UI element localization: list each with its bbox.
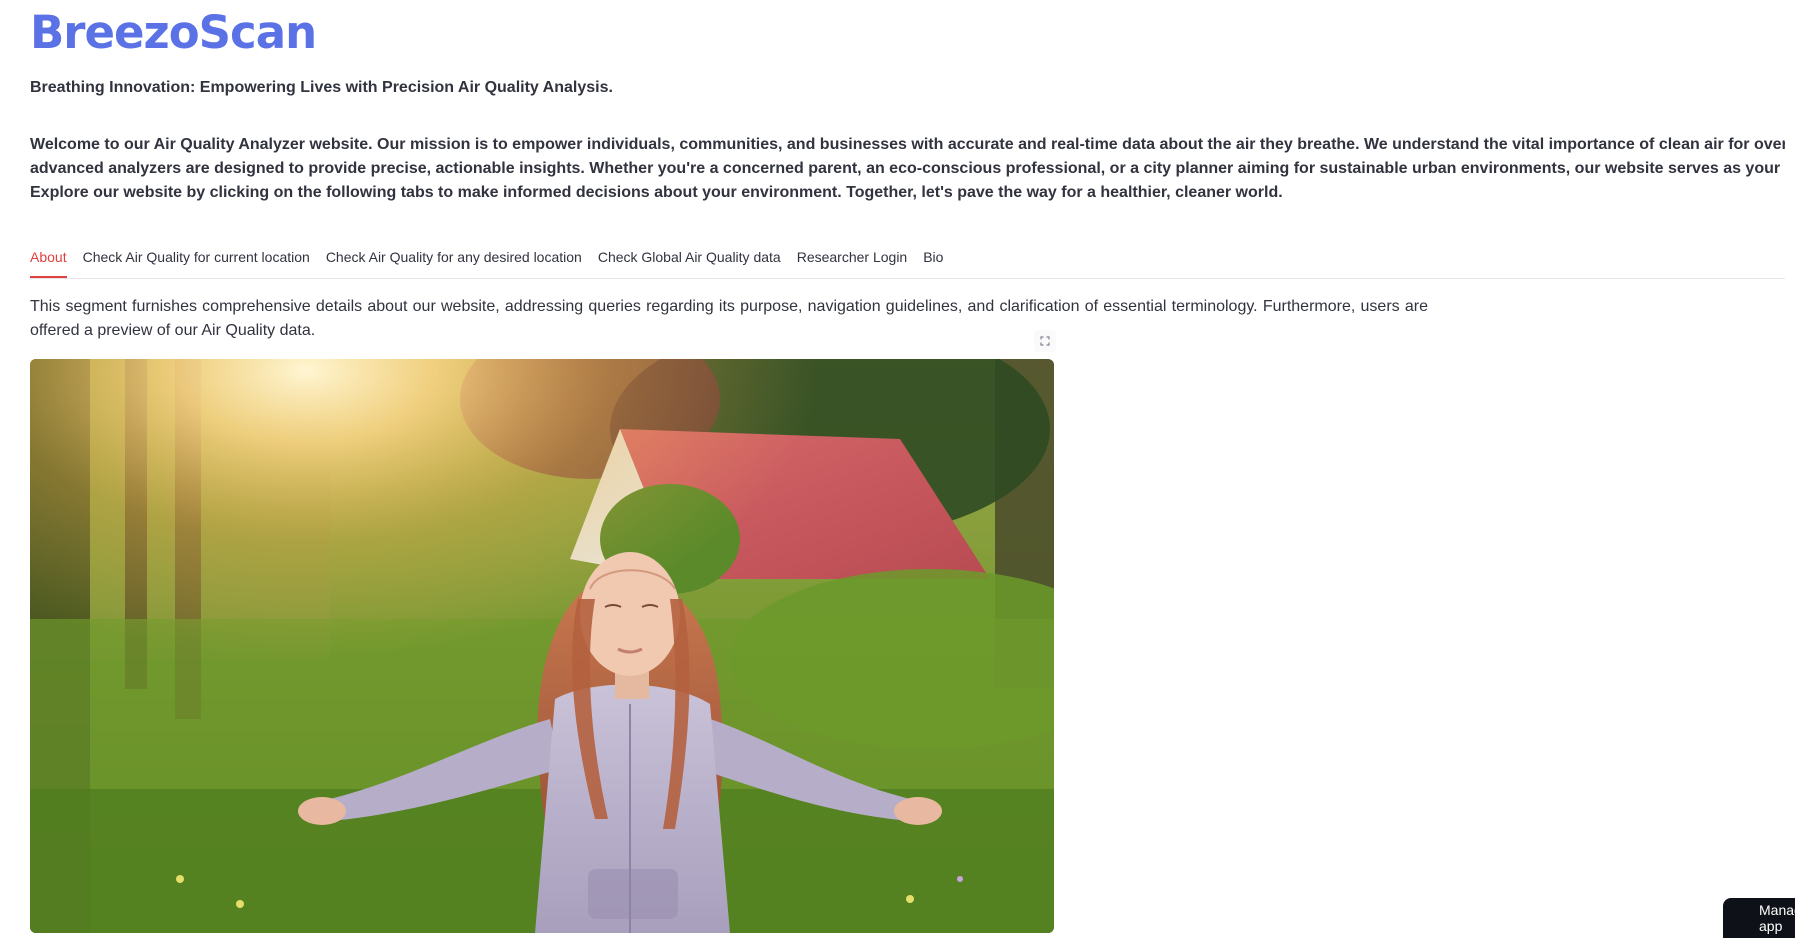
tab-bar: About Check Air Quality for current loca… xyxy=(30,243,1785,279)
tab-current-location[interactable]: Check Air Quality for current location xyxy=(83,243,310,277)
tab-bio[interactable]: Bio xyxy=(923,243,943,277)
tab-global-data[interactable]: Check Global Air Quality data xyxy=(598,243,781,277)
hero-image-girl-in-meadow xyxy=(30,359,1054,933)
manage-app-button[interactable]: Manage app xyxy=(1723,898,1795,938)
tab-desired-location[interactable]: Check Air Quality for any desired locati… xyxy=(326,243,582,277)
welcome-paragraph: Welcome to our Air Quality Analyzer webs… xyxy=(30,133,1785,205)
welcome-line: Explore our website by clicking on the f… xyxy=(30,184,1283,201)
welcome-line: Welcome to our Air Quality Analyzer webs… xyxy=(30,136,1785,153)
fullscreen-icon xyxy=(1040,336,1050,346)
tab-researcher-login[interactable]: Researcher Login xyxy=(797,243,908,277)
manage-app-label: Manage app xyxy=(1759,902,1795,934)
welcome-line: advanced analyzers are designed to provi… xyxy=(30,160,1785,177)
about-description: This segment furnishes comprehensive det… xyxy=(30,298,1428,339)
tab-about[interactable]: About xyxy=(30,243,67,278)
fullscreen-button[interactable] xyxy=(1034,330,1056,352)
app-tagline: Breathing Innovation: Empowering Lives w… xyxy=(30,79,613,96)
app-title: BreezoScan xyxy=(30,6,317,59)
